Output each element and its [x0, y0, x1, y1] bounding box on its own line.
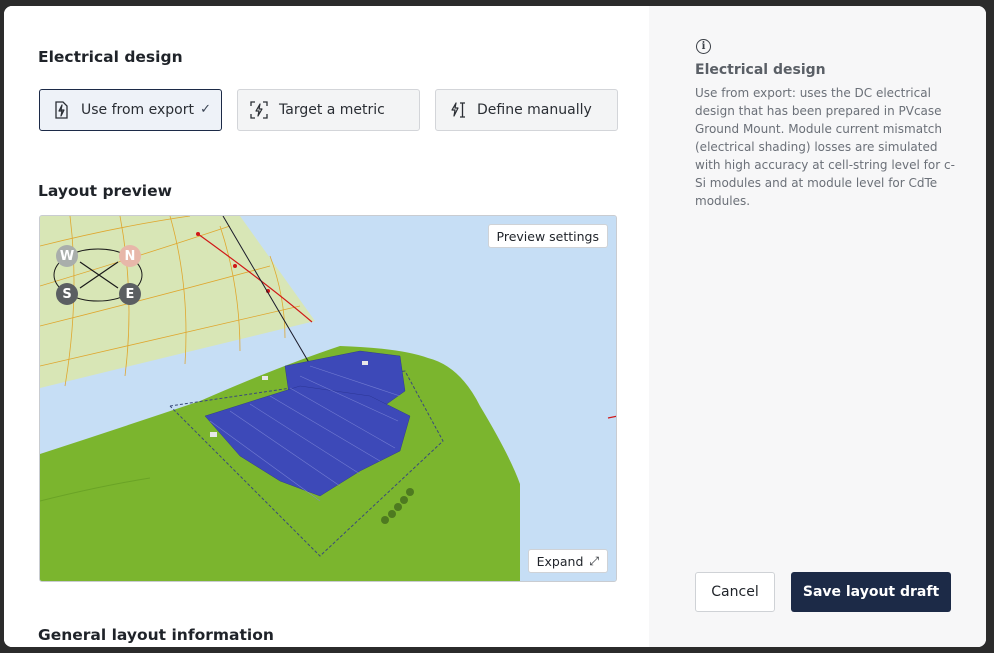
compass-south: S	[56, 283, 78, 305]
save-layout-draft-button[interactable]: Save layout draft	[791, 572, 951, 612]
info-icon: i	[696, 39, 711, 54]
electrical-design-heading: Electrical design	[38, 48, 183, 66]
preview-settings-button[interactable]: Preview settings	[487, 224, 608, 248]
help-description: Use from export: uses the DC electrical …	[695, 86, 955, 208]
expand-arrows-icon: ⤢	[589, 553, 599, 568]
expand-button[interactable]: Expand ⤢	[527, 549, 608, 573]
help-side-panel: i Electrical design Use from export: use…	[649, 6, 986, 647]
target-bolt-icon	[250, 101, 268, 119]
layout-preview-heading: Layout preview	[38, 182, 172, 200]
use-from-export-label: Use from export	[81, 102, 194, 118]
manual-bolt-icon	[448, 101, 466, 119]
use-from-export-option[interactable]: Use from export ✓	[39, 89, 222, 131]
compass-north: N	[119, 245, 141, 267]
compass-widget[interactable]: W N S E	[52, 244, 148, 306]
define-manually-option[interactable]: Define manually	[435, 89, 618, 131]
layout-preview-map[interactable]: W N S E Preview settings Expand ⤢	[39, 215, 617, 582]
cancel-button[interactable]: Cancel	[695, 572, 775, 612]
checkmark-icon: ✓	[200, 102, 211, 117]
main-panel: Electrical design Use from export ✓ Targ…	[4, 6, 649, 647]
define-manually-label: Define manually	[477, 102, 592, 118]
document-bolt-icon	[52, 101, 70, 119]
help-title: Electrical design	[695, 62, 826, 78]
target-a-metric-label: Target a metric	[279, 102, 385, 118]
compass-west: W	[56, 245, 78, 267]
layout-modal: Electrical design Use from export ✓ Targ…	[4, 6, 986, 647]
general-layout-information-heading: General layout information	[38, 626, 274, 644]
target-a-metric-option[interactable]: Target a metric	[237, 89, 420, 131]
compass-east: E	[119, 283, 141, 305]
expand-label: Expand	[536, 553, 584, 569]
